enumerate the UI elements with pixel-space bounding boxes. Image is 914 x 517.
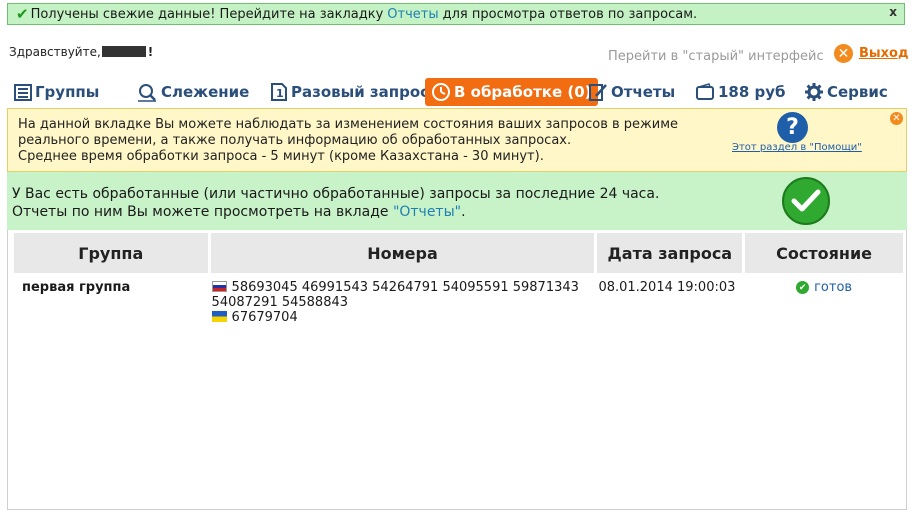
numbers-text: 67679704 xyxy=(231,310,298,325)
info-text: На данной вкладке Вы можете наблюдать за… xyxy=(18,117,678,165)
success-check-icon xyxy=(782,177,830,225)
requests-panel: Группа Номера Дата запроса Состояние пер… xyxy=(7,230,907,510)
tab-label: Сервис xyxy=(827,83,888,101)
column-header-numbers: Номера xyxy=(210,233,595,273)
numbers-russia: 58693045 46991543 54264791 54095591 5987… xyxy=(211,280,594,295)
date-cell: 08.01.2014 19:00:03 xyxy=(598,280,736,295)
numbers-text: 58693045 46991543 54264791 54095591 5987… xyxy=(231,280,579,295)
tab-monitoring[interactable]: Слежение xyxy=(136,77,249,107)
ready-check-icon: ✔ xyxy=(796,281,810,294)
reports-link[interactable]: Отчеты xyxy=(387,7,438,22)
notice-prefix: Отчеты по ним Вы можете просмотреть на в… xyxy=(12,204,389,220)
tab-balance[interactable]: 188 руб xyxy=(695,77,786,107)
reports-tab-link[interactable]: "Отчеты" xyxy=(393,204,461,220)
info-line: На данной вкладке Вы можете наблюдать за… xyxy=(18,117,679,132)
group-cell: первая группа xyxy=(22,280,131,295)
wallet-icon xyxy=(695,83,715,101)
tab-label: 188 руб xyxy=(718,83,786,101)
tab-label: Отчеты xyxy=(611,83,676,101)
requests-table: Группа Номера Дата запроса Состояние пер… xyxy=(11,233,906,326)
logout-label: Выход xyxy=(859,46,909,61)
tab-single-request[interactable]: 1 Разовый запрос xyxy=(270,77,429,107)
status-ready-link[interactable]: ✔ готов xyxy=(746,280,902,295)
table-header-row: Группа Номера Дата запроса Состояние xyxy=(14,233,903,273)
clock-icon xyxy=(431,82,451,102)
tab-reports[interactable]: Отчеты xyxy=(588,77,675,107)
info-line: Среднее время обработки запроса - 5 мину… xyxy=(18,149,544,164)
notification-text-suffix: для просмотра ответов по запросам. xyxy=(442,6,698,22)
fresh-data-notification: ✔ Получены свежие данные! Перейдите на з… xyxy=(7,3,905,25)
main-tabs: Группы Слежение 1 Разовый запрос В обраб… xyxy=(0,77,914,107)
numbers-ukraine: 67679704 xyxy=(211,310,594,325)
monitor-icon xyxy=(136,82,158,102)
tab-groups[interactable]: Группы xyxy=(14,77,99,107)
tab-label: Слежение xyxy=(161,83,250,101)
tab-label: В обработке (0) xyxy=(454,83,592,101)
status-label: готов xyxy=(814,280,853,295)
tab-label: Группы xyxy=(35,83,100,101)
info-close-button[interactable]: ✕ xyxy=(890,112,903,125)
redacted-username xyxy=(101,46,146,57)
notice-suffix: . xyxy=(461,204,466,220)
single-request-icon: 1 xyxy=(270,82,288,102)
info-panel: На данной вкладке Вы можете наблюдать за… xyxy=(7,108,907,172)
greeting-exclamation: ! xyxy=(147,45,154,59)
help-icon[interactable]: ? xyxy=(777,112,808,143)
column-header-group: Группа xyxy=(14,233,208,273)
column-header-date: Дата запроса xyxy=(597,233,743,273)
notification-close-button[interactable]: x xyxy=(889,5,897,19)
greeting-text: Здравствуйте, xyxy=(9,45,101,59)
numbers-text: 54087291 54588843 xyxy=(211,295,349,310)
table-row: первая группа 58693045 46991543 54264791… xyxy=(14,273,903,326)
numbers-cell: 58693045 46991543 54264791 54095591 5987… xyxy=(211,273,595,326)
greeting: Здравствуйте,! xyxy=(9,45,153,59)
notice-line: Отчеты по ним Вы можете просмотреть на в… xyxy=(12,203,659,221)
old-interface-link[interactable]: Перейти в "старый" интерфейс xyxy=(608,49,824,64)
report-icon xyxy=(588,82,608,102)
russia-flag-icon xyxy=(211,281,227,292)
list-icon xyxy=(14,83,32,101)
svg-text:1: 1 xyxy=(276,87,284,100)
tab-processing[interactable]: В обработке (0) xyxy=(425,78,598,106)
info-line: реального времени, а также получать инфо… xyxy=(18,133,572,148)
tab-label: Разовый запрос xyxy=(291,83,430,101)
logout-button[interactable]: ✕ Выход xyxy=(834,44,908,63)
ukraine-flag-icon xyxy=(211,311,227,322)
help-section-link[interactable]: Этот раздел в "Помощи" xyxy=(732,142,862,153)
checkmark-icon: ✔ xyxy=(16,5,29,23)
tab-service[interactable]: Сервис xyxy=(804,77,888,107)
column-header-status: Состояние xyxy=(745,233,903,273)
notice-text: У Вас есть обработанные (или частично об… xyxy=(12,185,659,221)
close-icon: ✕ xyxy=(834,44,853,63)
status-cell: ✔ готов xyxy=(745,273,903,326)
gear-icon xyxy=(804,82,824,102)
notification-text-prefix: Получены свежие данные! Перейдите на зак… xyxy=(30,6,384,22)
notice-line: У Вас есть обработанные (или частично об… xyxy=(12,186,660,202)
processed-requests-notice: У Вас есть обработанные (или частично об… xyxy=(7,172,907,230)
